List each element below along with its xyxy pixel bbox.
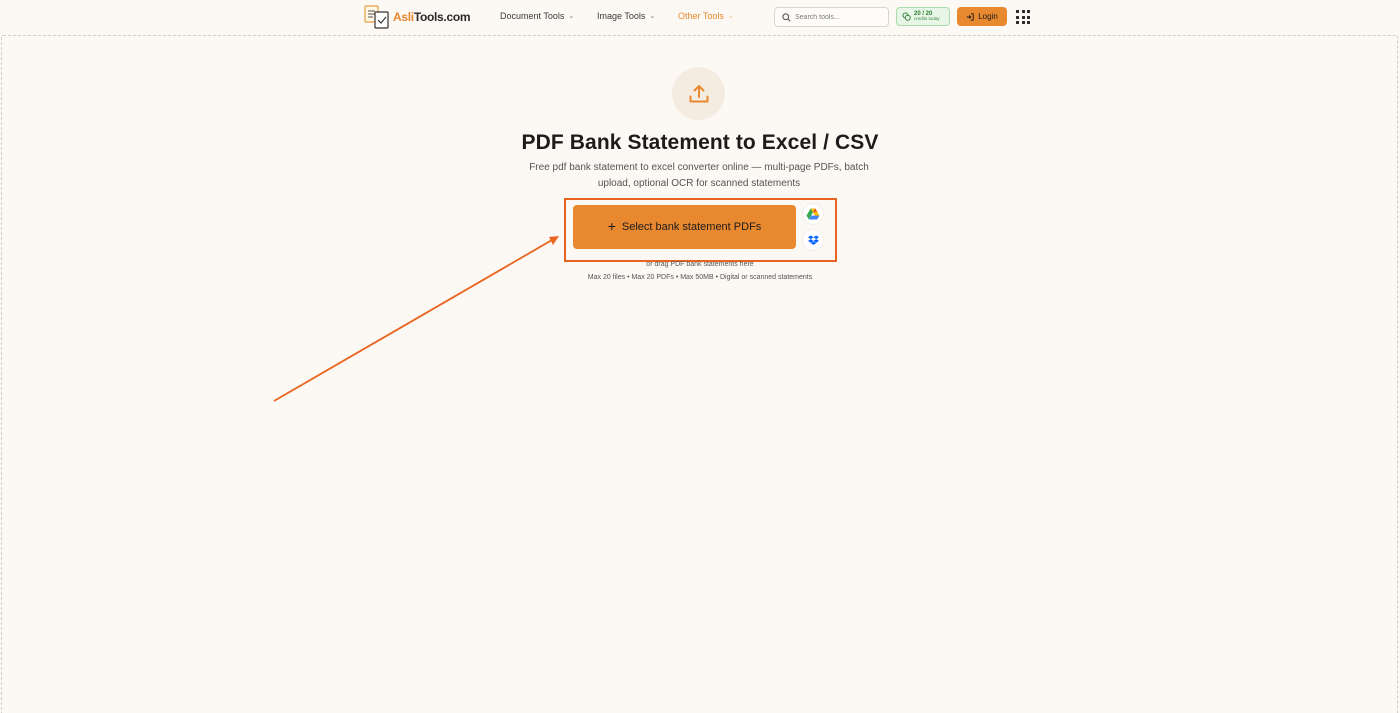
grid-icon [1016,10,1019,13]
google-drive-button[interactable] [803,204,823,224]
nav-label: Image Tools [597,11,646,21]
coins-icon [902,12,911,21]
nav-label: Document Tools [500,11,565,21]
chevron-down-icon: ⌄ [568,12,575,20]
upload-icon-circle[interactable] [672,67,725,120]
apps-grid-button[interactable] [1016,10,1030,24]
login-button[interactable]: Login [957,7,1007,26]
search-input[interactable] [795,13,885,21]
nav-other-tools[interactable]: Other Tools ⌄ [678,11,734,21]
login-icon [967,12,974,21]
dropbox-button[interactable] [803,230,823,250]
select-pdfs-button[interactable]: + Select bank statement PDFs [573,205,796,249]
search-icon [782,12,791,22]
credits-badge[interactable]: 20 / 20 credits today [896,7,950,26]
page-subtitle: Free pdf bank statement to excel convert… [529,162,869,189]
site-logo[interactable]: AsliTools.com [364,5,471,29]
plus-icon: + [607,218,616,234]
logo-text: AsliTools.com [393,10,471,24]
search-box[interactable] [774,7,889,27]
chevron-down-icon: ⌄ [727,12,734,20]
select-pdfs-label: Select bank statement PDFs [621,221,762,233]
nav-image-tools[interactable]: Image Tools ⌄ [597,11,655,21]
dropbox-icon [807,235,819,245]
upload-limits-text: Max 20 files • Max 20 PDFs • Max 50MB • … [587,274,813,281]
upload-icon [689,84,708,102]
logo-icon [364,5,389,29]
login-label: Login [978,12,998,21]
top-nav-bar: AsliTools.com Document Tools ⌄ Image Too… [0,0,1400,34]
nav-document-tools[interactable]: Document Tools ⌄ [500,11,574,21]
drag-hint-text: or drag PDF bank statements here [646,261,754,268]
page-title: PDF Bank Statement to Excel / CSV [521,131,879,154]
nav-label: Other Tools [678,11,724,21]
credits-label: credits today [914,16,940,22]
google-drive-icon [806,208,820,220]
chevron-down-icon: ⌄ [649,12,656,20]
